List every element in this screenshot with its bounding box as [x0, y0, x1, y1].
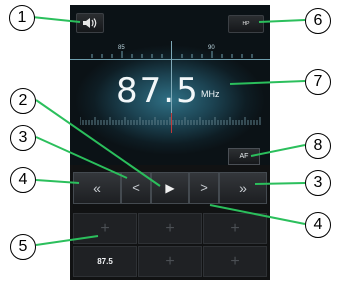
- callout-3-right: 3: [305, 170, 331, 196]
- callout-2: 2: [10, 88, 36, 114]
- callout-4-left: 4: [10, 167, 36, 193]
- callout-6: 6: [305, 8, 331, 34]
- callout-1: 1: [9, 5, 35, 31]
- callout-4-right: 4: [305, 212, 331, 238]
- callout-3-left: 3: [10, 125, 36, 151]
- callout-8: 8: [305, 133, 331, 159]
- callout-7: 7: [305, 69, 331, 95]
- callout-lines: [31, 16, 306, 246]
- callout-5: 5: [10, 234, 36, 260]
